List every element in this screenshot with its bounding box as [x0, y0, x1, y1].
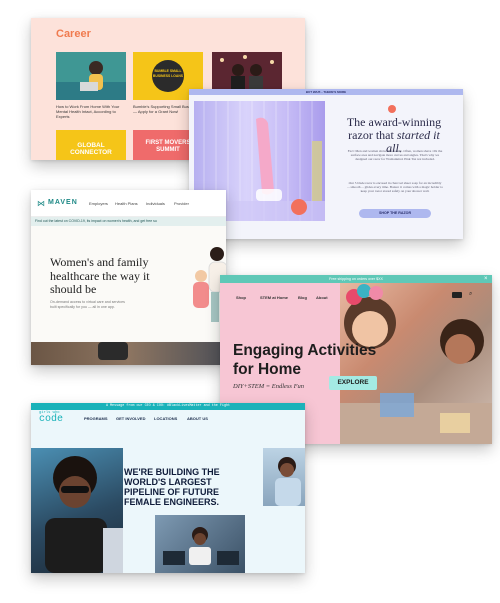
maven-logo-icon: ⋈ [37, 199, 45, 208]
maven-page-card[interactable]: ⋈ MAVEN Employers Health Plans Individua… [31, 190, 226, 365]
gwc-logo-bottom: code [39, 414, 64, 425]
account-icon[interactable] [452, 292, 462, 298]
engage-subtext: DIY+STEM = Endless Fun [233, 383, 305, 390]
razor-body-1: Fact: Men and women shave differently. O… [347, 149, 443, 162]
nav-stem-at-home[interactable]: STEM at Home [260, 295, 288, 300]
global-connector-banner[interactable]: GLOBAL CONNECTOR [56, 130, 126, 160]
career-article-image-1[interactable] [56, 52, 126, 100]
razor-page-card[interactable]: BUT WAIT... THERE'S MORE The award-winni… [189, 89, 463, 239]
search-icon[interactable]: ⌕ [469, 291, 472, 298]
girls-who-code-page-card[interactable]: A Message from our CEO & COO: #BlackLive… [31, 403, 305, 573]
razor-logo-dot [388, 105, 396, 113]
gwc-classroom-photo [155, 515, 245, 573]
global-connector-label: GLOBAL CONNECTOR [70, 142, 112, 156]
nav-employers[interactable]: Employers [89, 201, 108, 206]
badge-label: BUMBLE SMALL BUSINESS LOANS [152, 69, 184, 78]
ceo-message-bar[interactable]: A Message from our CEO & COO: #BlackLive… [31, 403, 305, 410]
classroom-photo [163, 527, 239, 565]
nav-locations[interactable]: LOCATIONS [154, 416, 177, 421]
girl-sunglasses-photo [45, 456, 123, 573]
nav-about[interactable]: About [316, 295, 328, 300]
nav-shop[interactable]: Shop [236, 295, 246, 300]
razor-promo-bar: BUT WAIT... THERE'S MORE [189, 89, 463, 95]
small-business-badge: BUMBLE SMALL BUSINESS LOANS [152, 60, 184, 92]
nav-get-involved[interactable]: GET INVOLVED [116, 416, 145, 421]
nav-blog[interactable]: Blog [298, 295, 307, 300]
maven-header: ⋈ MAVEN Employers Health Plans Individua… [31, 190, 226, 217]
gwc-hero-photo [31, 448, 123, 573]
nav-individuals[interactable]: Individuals [146, 201, 165, 206]
nav-about-us[interactable]: ABOUT US [187, 416, 208, 421]
maven-headline: Women's and family healthcare the way it… [50, 255, 150, 296]
nav-programs[interactable]: PROGRAMS [84, 416, 108, 421]
shop-razor-button[interactable]: SHOP THE RAZOR [359, 209, 431, 218]
shipping-bar: Free shipping on orders over $XX [220, 275, 492, 283]
gwc-headline: WE'RE BUILDING THE WORLD'S LARGEST PIPEL… [124, 467, 220, 507]
career-title: Career [56, 28, 91, 40]
nav-provider[interactable]: Provider [174, 201, 189, 206]
gwc-logo[interactable]: girls who code [39, 411, 64, 425]
explore-button[interactable]: EXPLORE [329, 376, 377, 390]
gwc-side-photo [263, 448, 305, 506]
engage-headline: Engaging Activities for Home [233, 342, 377, 378]
covid-banner[interactable]: Find out the latest on COVID-19, its imp… [31, 217, 226, 226]
maven-logo[interactable]: MAVEN [48, 199, 78, 206]
student-photo [275, 457, 301, 506]
career-article-caption-1[interactable]: How to Work From Home With Your Mental H… [56, 104, 126, 119]
nav-health-plans[interactable]: Health Plans [115, 201, 138, 206]
razor-body-2: Our 5 blade razor is encased in charcoal… [347, 181, 443, 194]
maven-subtext: On-demand access to virtual care and ser… [50, 300, 125, 309]
woman-laptop-illustration [56, 52, 126, 100]
close-icon[interactable]: × [484, 275, 488, 283]
maven-photo-strip [31, 342, 226, 365]
phone-icon [98, 342, 128, 360]
